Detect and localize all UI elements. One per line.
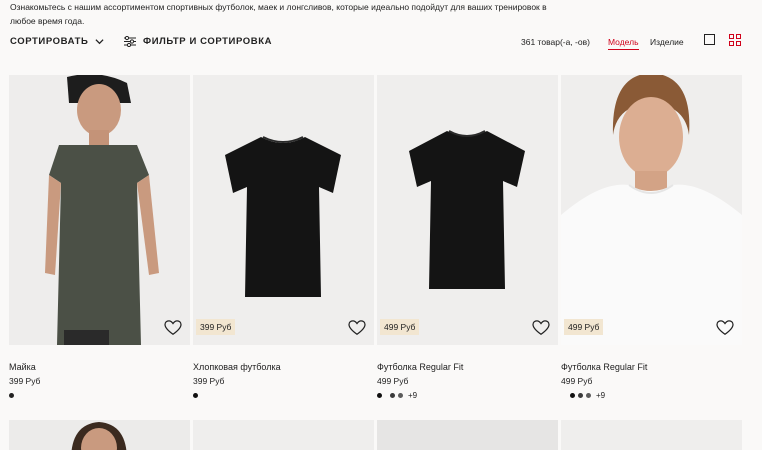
product-price: 499 Руб [561,376,593,386]
product-card[interactable]: 399 Руб Хлопковая футболка 399 Руб [193,75,374,399]
price-tag: 499 Руб [564,319,604,335]
color-swatch[interactable] [586,392,591,398]
product-price: 399 Руб [9,376,41,386]
sort-label: СОРТИРОВАТЬ [10,36,89,47]
product-image[interactable] [9,75,190,345]
product-image[interactable]: 499 Руб [377,75,558,345]
price-tag: 499 Руб [380,319,420,335]
more-colors-count[interactable]: +9 [408,391,417,400]
product-name[interactable]: Футболка Regular Fit [561,362,742,372]
color-swatches [193,391,374,399]
favorite-heart-icon[interactable] [348,320,366,336]
filter-label: ФИЛЬТР И СОРТИРОВКА [143,36,273,47]
color-swatch[interactable] [9,392,14,398]
black-regular-fit-tshirt-photo [377,75,558,345]
product-card[interactable]: Майка 399 Руб [9,75,190,399]
single-column-view-icon[interactable] [704,34,715,45]
color-swatch[interactable] [193,392,198,398]
view-model-toggle[interactable]: Модель [608,37,639,50]
color-swatch[interactable] [377,392,382,398]
product-name[interactable]: Хлопковая футболка [193,362,374,372]
product-card-partial[interactable] [9,420,190,450]
tank-top-model-photo [9,75,190,345]
category-description: Ознакомьтесь с нашим ассортиментом спорт… [10,2,547,26]
color-swatch[interactable] [578,392,583,398]
more-colors-count[interactable]: +9 [596,391,605,400]
product-image [9,420,190,450]
color-swatches: +9 [377,391,558,400]
favorite-heart-icon[interactable] [532,320,550,336]
grid-view-icon[interactable] [729,34,741,46]
product-name[interactable]: Майка [9,362,190,372]
favorite-heart-icon[interactable] [716,320,734,336]
product-card-partial[interactable] [561,420,742,450]
color-swatch[interactable] [570,392,575,398]
product-card-partial[interactable] [193,420,374,450]
favorite-heart-icon[interactable] [164,320,182,336]
white-tshirt-model-photo [561,75,742,345]
product-count: 361 товар(-а, -ов) [521,37,590,47]
color-swatches: +9 [561,391,742,400]
product-card[interactable]: 499 Руб Футболка Regular Fit 499 Руб +9 [377,75,558,400]
filter-sliders-icon [124,36,136,47]
product-card[interactable]: 499 Руб Футболка Regular Fit 499 Руб +9 [561,75,742,400]
product-card-partial[interactable] [377,420,558,450]
color-swatch[interactable] [390,392,395,398]
product-price: 399 Руб [193,376,225,386]
chevron-down-icon [95,39,105,45]
color-swatches [9,391,190,399]
product-name[interactable]: Футболка Regular Fit [377,362,558,372]
product-image[interactable]: 499 Руб [561,75,742,345]
view-item-toggle[interactable]: Изделие [650,37,684,47]
sort-dropdown[interactable]: СОРТИРОВАТЬ [10,36,105,47]
product-image[interactable]: 399 Руб [193,75,374,345]
color-swatch[interactable] [398,392,403,398]
product-price: 499 Руб [377,376,409,386]
toolbar: СОРТИРОВАТЬ ФИЛЬТР И СОРТИРОВКА 361 това… [0,32,762,52]
black-tshirt-photo [193,75,374,345]
price-tag: 399 Руб [196,319,236,335]
filter-button[interactable]: ФИЛЬТР И СОРТИРОВКА [124,36,272,47]
